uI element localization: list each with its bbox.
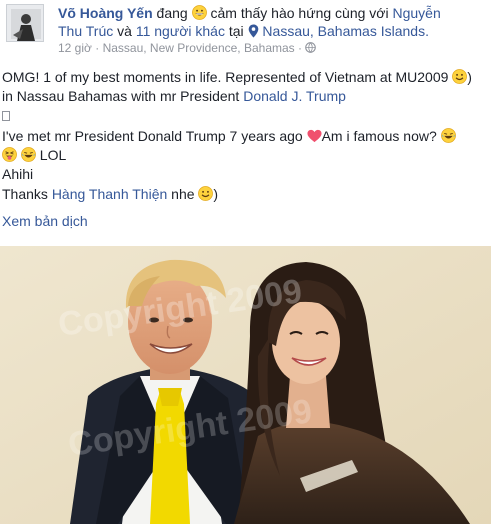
post-text-line5: LOL (39, 147, 67, 163)
grinning-emoji-icon (191, 5, 207, 20)
globe-icon[interactable] (305, 42, 317, 53)
post-line-3 (2, 106, 10, 125)
at-text: tại (228, 23, 244, 39)
hang-thanh-thien-link[interactable]: Hàng Thanh Thiện (52, 186, 167, 202)
post-text-line4-after: Am i famous now? (321, 128, 437, 144)
map-pin-icon (248, 24, 258, 38)
post-line-5: LOL (2, 146, 66, 165)
place-separator: · (298, 41, 303, 55)
post-text-line7-suffix: nhe (171, 186, 195, 202)
missing-glyph-icon (2, 111, 10, 121)
post-text-line2: in Nassau Bahamas with mr President (2, 88, 240, 104)
photo-image: Copyright 2009 Copyright 2009 (0, 246, 491, 524)
trump-mention-link[interactable]: Donald J. Trump (243, 88, 346, 104)
meta-separator: · (95, 41, 100, 55)
laughing-tears-emoji-icon (20, 147, 36, 162)
post-line-2: in Nassau Bahamas with mr President Dona… (2, 87, 346, 106)
post-line-7: Thanks Hàng Thanh Thiện nhe ) (2, 185, 218, 204)
and-text: và (117, 23, 132, 39)
others-link[interactable]: 11 người khác (136, 23, 225, 39)
post-header: Võ Hoàng Yến đang cảm thấy hào hứng cùng… (0, 0, 491, 58)
avatar-image (7, 5, 43, 41)
post-text-line1: OMG! 1 of my best moments in life. Repre… (2, 69, 449, 85)
post-line-4: I've met mr President Donald Trump 7 yea… (2, 127, 456, 146)
post-line-1: OMG! 1 of my best moments in life. Repre… (2, 68, 472, 87)
post-header-line2: Thu Trúc và 11 người khác tại Nassau, Ba… (58, 22, 429, 40)
author-name[interactable]: Võ Hoàng Yến (58, 5, 153, 21)
post-time[interactable]: 12 giờ (58, 41, 92, 55)
post-text-line7: Thanks (2, 186, 48, 202)
see-translation-link[interactable]: Xem bản dịch (2, 212, 88, 230)
location-link[interactable]: Nassau, Bahamas Islands. (262, 23, 429, 39)
post-header-line1: Võ Hoàng Yến đang cảm thấy hào hứng cùng… (58, 4, 441, 22)
post-text-line6: Ahihi (2, 166, 34, 182)
post-text-line7-end: ) (213, 186, 219, 202)
author-avatar[interactable] (6, 4, 44, 42)
smile-emoji-icon (452, 69, 468, 84)
post-meta: 12 giờ · Nassau, New Providence, Bahamas… (58, 41, 317, 55)
tongue-emoji-icon (2, 147, 17, 162)
post-text-line4: I've met mr President Donald Trump 7 yea… (2, 128, 303, 144)
tag-person-link[interactable]: Nguyễn (392, 5, 440, 21)
activity-prefix: đang (156, 5, 188, 21)
laughing-tears-emoji-icon (440, 128, 456, 143)
place-name[interactable]: Nassau, New Providence, Bahamas (103, 41, 295, 55)
tag-person-link-cont[interactable]: Thu Trúc (58, 23, 113, 39)
heart-icon (307, 129, 322, 143)
post-photo[interactable]: Copyright 2009 Copyright 2009 (0, 246, 491, 524)
smile-emoji-icon (198, 186, 214, 201)
post-line-6: Ahihi (2, 165, 33, 184)
post-text-line1-suffix: ) (467, 69, 472, 85)
feeling-text: cảm thấy hào hứng cùng với (210, 5, 389, 21)
